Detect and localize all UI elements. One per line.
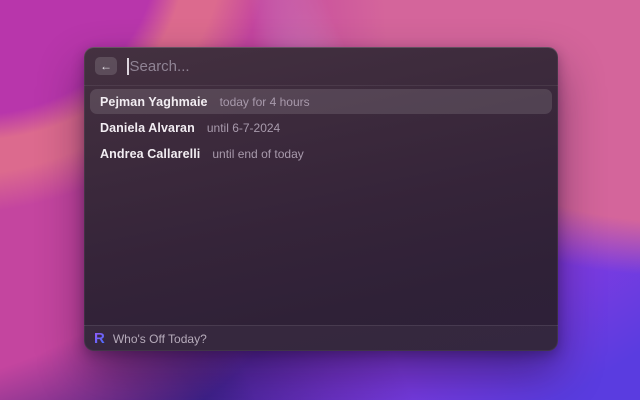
person-name: Pejman Yaghmaie — [100, 94, 208, 109]
app-logo-icon: R — [94, 330, 105, 347]
list-item-pejman[interactable]: Pejman Yaghmaie today for 4 hours — [90, 89, 552, 114]
person-name: Daniela Alvaran — [100, 120, 195, 135]
off-duration: until 6-7-2024 — [206, 120, 281, 135]
search-input[interactable] — [129, 57, 547, 75]
off-duration: until end of today — [212, 146, 304, 161]
list-item-andrea[interactable]: Andrea Callarelli until end of today — [90, 141, 552, 166]
list-item-daniela[interactable]: Daniela Alvaran until 6-7-2024 — [90, 115, 552, 140]
footer-bar: R Who's Off Today? — [84, 325, 558, 351]
off-duration: today for 4 hours — [219, 94, 310, 109]
search-input-wrap — [127, 57, 547, 75]
back-arrow-icon: ← — [100, 59, 112, 73]
back-button[interactable]: ← — [95, 57, 117, 75]
launcher-window: ← Pejman Yaghmaie today for 4 hours Dani… — [84, 47, 558, 351]
text-caret — [127, 57, 129, 75]
person-name: Andrea Callarelli — [100, 146, 201, 161]
results-list: Pejman Yaghmaie today for 4 hours Daniel… — [84, 86, 558, 170]
command-title: Who's Off Today? — [112, 331, 207, 346]
search-bar: ← — [84, 47, 558, 86]
